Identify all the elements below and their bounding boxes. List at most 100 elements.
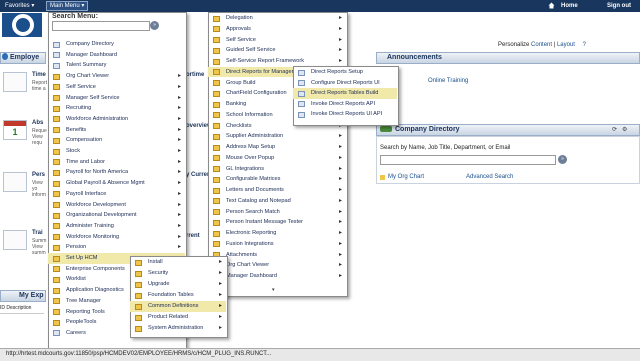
tile-title[interactable]: Time [32, 72, 46, 78]
menu-search-go-button[interactable]: » [150, 21, 159, 30]
folder-icon [53, 127, 60, 134]
menu-item-label: Electronic Reporting [226, 230, 277, 236]
folder-icon [53, 287, 60, 294]
menu-item-common-definitions[interactable]: Common Definitions ▸ [130, 301, 226, 312]
submenu-arrow-icon: ▸ [177, 115, 181, 122]
menu-item-letters-and-documents[interactable]: Letters and Documents ▸ [208, 185, 346, 196]
menu-item-system-administration[interactable]: System Administration ▸ [130, 323, 226, 334]
menu-item-gl-integrations[interactable]: GL Integrations ▸ [208, 164, 346, 175]
menu-item-direct-reports-tables-build[interactable]: Direct Reports Tables Build [293, 88, 397, 99]
personalize-layout-link[interactable]: Layout [557, 42, 575, 48]
tile-title[interactable]: Abs [32, 120, 43, 126]
menu-item-stock[interactable]: Stock ▸ [48, 146, 185, 157]
menu-item-payroll-for-north-america[interactable]: Payroll for North America ▸ [48, 167, 185, 178]
pagelet-options-icon[interactable]: ⚙ [622, 126, 627, 133]
menu-item-label: Letters and Documents [226, 187, 284, 193]
menu-item-foundation-tables[interactable]: Foundation Tables ▸ [130, 290, 226, 301]
menu-item-person-search-match[interactable]: Person Search Match ▸ [208, 207, 346, 218]
menu-item-product-related[interactable]: Product Related ▸ [130, 312, 226, 323]
menu-item-time-and-labor[interactable]: Time and Labor ▸ [48, 157, 185, 168]
menu-item-manager-dashboard[interactable]: Manager Dashboard [48, 50, 185, 61]
tile-title[interactable]: Pers [32, 172, 45, 178]
menu-item-attachments[interactable]: Attachments ▸ [208, 250, 346, 261]
menu-item-company-directory[interactable]: Company Directory [48, 39, 185, 50]
scroll-down-icon[interactable]: ▾ [272, 287, 275, 293]
home-icon[interactable] [548, 2, 555, 9]
folder-icon [53, 84, 60, 91]
submenu-arrow-icon: ▸ [218, 325, 222, 331]
menu-item-label: Direct Reports for Managers [226, 68, 297, 75]
folder-icon [53, 319, 60, 326]
menu-item-label: Address Map Setup [226, 144, 276, 150]
menu-item-delegation[interactable]: Delegation ▸ [208, 13, 346, 24]
menu-item-label: Mouse Over Popup [226, 154, 275, 161]
menu-item-workforce-development[interactable]: Workforce Development ▸ [48, 200, 185, 211]
menu-item-text-catalog-and-notepad[interactable]: Text Catalog and Notepad ▸ [208, 196, 346, 207]
directory-search-go-button[interactable]: » [558, 155, 567, 164]
menu-item-electronic-reporting[interactable]: Electronic Reporting ▸ [208, 228, 346, 239]
menu-item-label: School Information [226, 111, 273, 118]
menu-item-label: Pension [66, 244, 87, 251]
menu-item-label: Payroll for North America [66, 169, 129, 176]
favorites-menu[interactable]: Favorites ▾ [2, 1, 37, 11]
directory-icon [380, 126, 392, 132]
refresh-icon[interactable]: ⟳ [612, 126, 617, 133]
menu-item-address-map-setup[interactable]: Address Map Setup ▸ [208, 142, 346, 153]
directory-search-input[interactable] [380, 155, 556, 165]
folder-icon [53, 191, 60, 198]
menu-item-approvals[interactable]: Approvals ▸ [208, 24, 346, 35]
main-menu-button[interactable]: Main Menu ▾ [46, 1, 89, 11]
menu-item-org-chart-viewer[interactable]: Org Chart Viewer ▸ [48, 71, 185, 82]
menu-item-label: Self Service [226, 36, 256, 43]
submenu-arrow-icon: ▸ [218, 314, 222, 320]
status-url: http://hrtest.mdcourts.gov:11850/psp/HCM… [6, 351, 272, 357]
announcement-link[interactable]: Online Training [428, 78, 468, 84]
submenu-arrow-icon: ▸ [338, 144, 342, 150]
menu-item-mouse-over-popup[interactable]: Mouse Over Popup ▸ [208, 153, 346, 164]
menu-item-pension[interactable]: Pension ▸ [48, 242, 185, 253]
menu-item-guided-self-service[interactable]: Guided Self Service ▸ [208, 45, 346, 56]
menu-item-invoke-direct-reports-api[interactable]: Invoke Direct Reports API [293, 99, 397, 110]
menu-item-manager-self-service[interactable]: Manager Self Service ▸ [48, 93, 185, 104]
menu-item-label: Checklists [226, 122, 252, 129]
menu-item-org-chart-viewer[interactable]: Org Chart Viewer ▸ [208, 260, 346, 271]
menu-search-input[interactable] [52, 21, 150, 31]
menu-item-direct-reports-setup[interactable]: Direct Reports Setup [293, 67, 397, 78]
menu-item-talent-summary[interactable]: Talent Summary [48, 60, 185, 71]
menu-item-configurable-matrices[interactable]: Configurable Matrices ▸ [208, 174, 346, 185]
menu-item-self-service[interactable]: Self Service ▸ [48, 82, 185, 93]
menu-item-manager-dashboard[interactable]: Manager Dashboard ▸ [208, 271, 346, 282]
menu-item-label: Common Definitions [148, 303, 199, 309]
menu-item-organizational-development[interactable]: Organizational Development ▸ [48, 210, 185, 221]
menu-item-workforce-administration[interactable]: Workforce Administration ▸ [48, 114, 185, 125]
tile-title[interactable]: Trai [32, 230, 43, 236]
folder-icon [213, 219, 220, 226]
menu-item-recruiting[interactable]: Recruiting ▸ [48, 103, 185, 114]
home-link[interactable]: Home [558, 1, 581, 11]
menu-item-upgrade[interactable]: Upgrade ▸ [130, 279, 226, 290]
page-icon [298, 90, 305, 97]
sign-out-link[interactable]: Sign out [604, 1, 634, 11]
menu-item-global-payroll-absence-mgmt[interactable]: Global Payroll & Absence Mgmt ▸ [48, 178, 185, 189]
menu-item-benefits[interactable]: Benefits ▸ [48, 125, 185, 136]
advanced-search-link[interactable]: Advanced Search [466, 174, 513, 180]
menu-item-fusion-integrations[interactable]: Fusion Integrations ▸ [208, 239, 346, 250]
help-icon[interactable]: ? [583, 42, 586, 48]
tile-description: Report time a [32, 80, 48, 92]
menu-item-install[interactable]: Install ▸ [130, 257, 226, 268]
submenu-arrow-icon: ▸ [338, 208, 342, 215]
menu-item-workforce-monitoring[interactable]: Workforce Monitoring ▸ [48, 232, 185, 243]
personalize-content-link[interactable]: Content [531, 42, 552, 48]
menu-item-person-instant-message-tester[interactable]: Person Instant Message Tester ▸ [208, 217, 346, 228]
my-org-chart-link[interactable]: My Org Chart [388, 174, 424, 180]
menu-item-self-service[interactable]: Self Service ▸ [208, 35, 346, 46]
menu-item-compensation[interactable]: Compensation ▸ [48, 135, 185, 146]
menu-item-configure-direct-reports-ui[interactable]: Configure Direct Reports UI [293, 78, 397, 89]
menu-item-administer-training[interactable]: Administer Training ▸ [48, 221, 185, 232]
menu-item-security[interactable]: Security ▸ [130, 268, 226, 279]
menu-item-supplier-administration[interactable]: Supplier Administration ▸ [208, 131, 346, 142]
menu-item-payroll-interface[interactable]: Payroll Interface ▸ [48, 189, 185, 200]
menu-item-invoke-direct-reports-ui-api[interactable]: Invoke Direct Reports UI API [293, 109, 397, 120]
submenu-arrow-icon: ▸ [338, 47, 342, 54]
menu-item-label: Workforce Monitoring [66, 233, 120, 240]
